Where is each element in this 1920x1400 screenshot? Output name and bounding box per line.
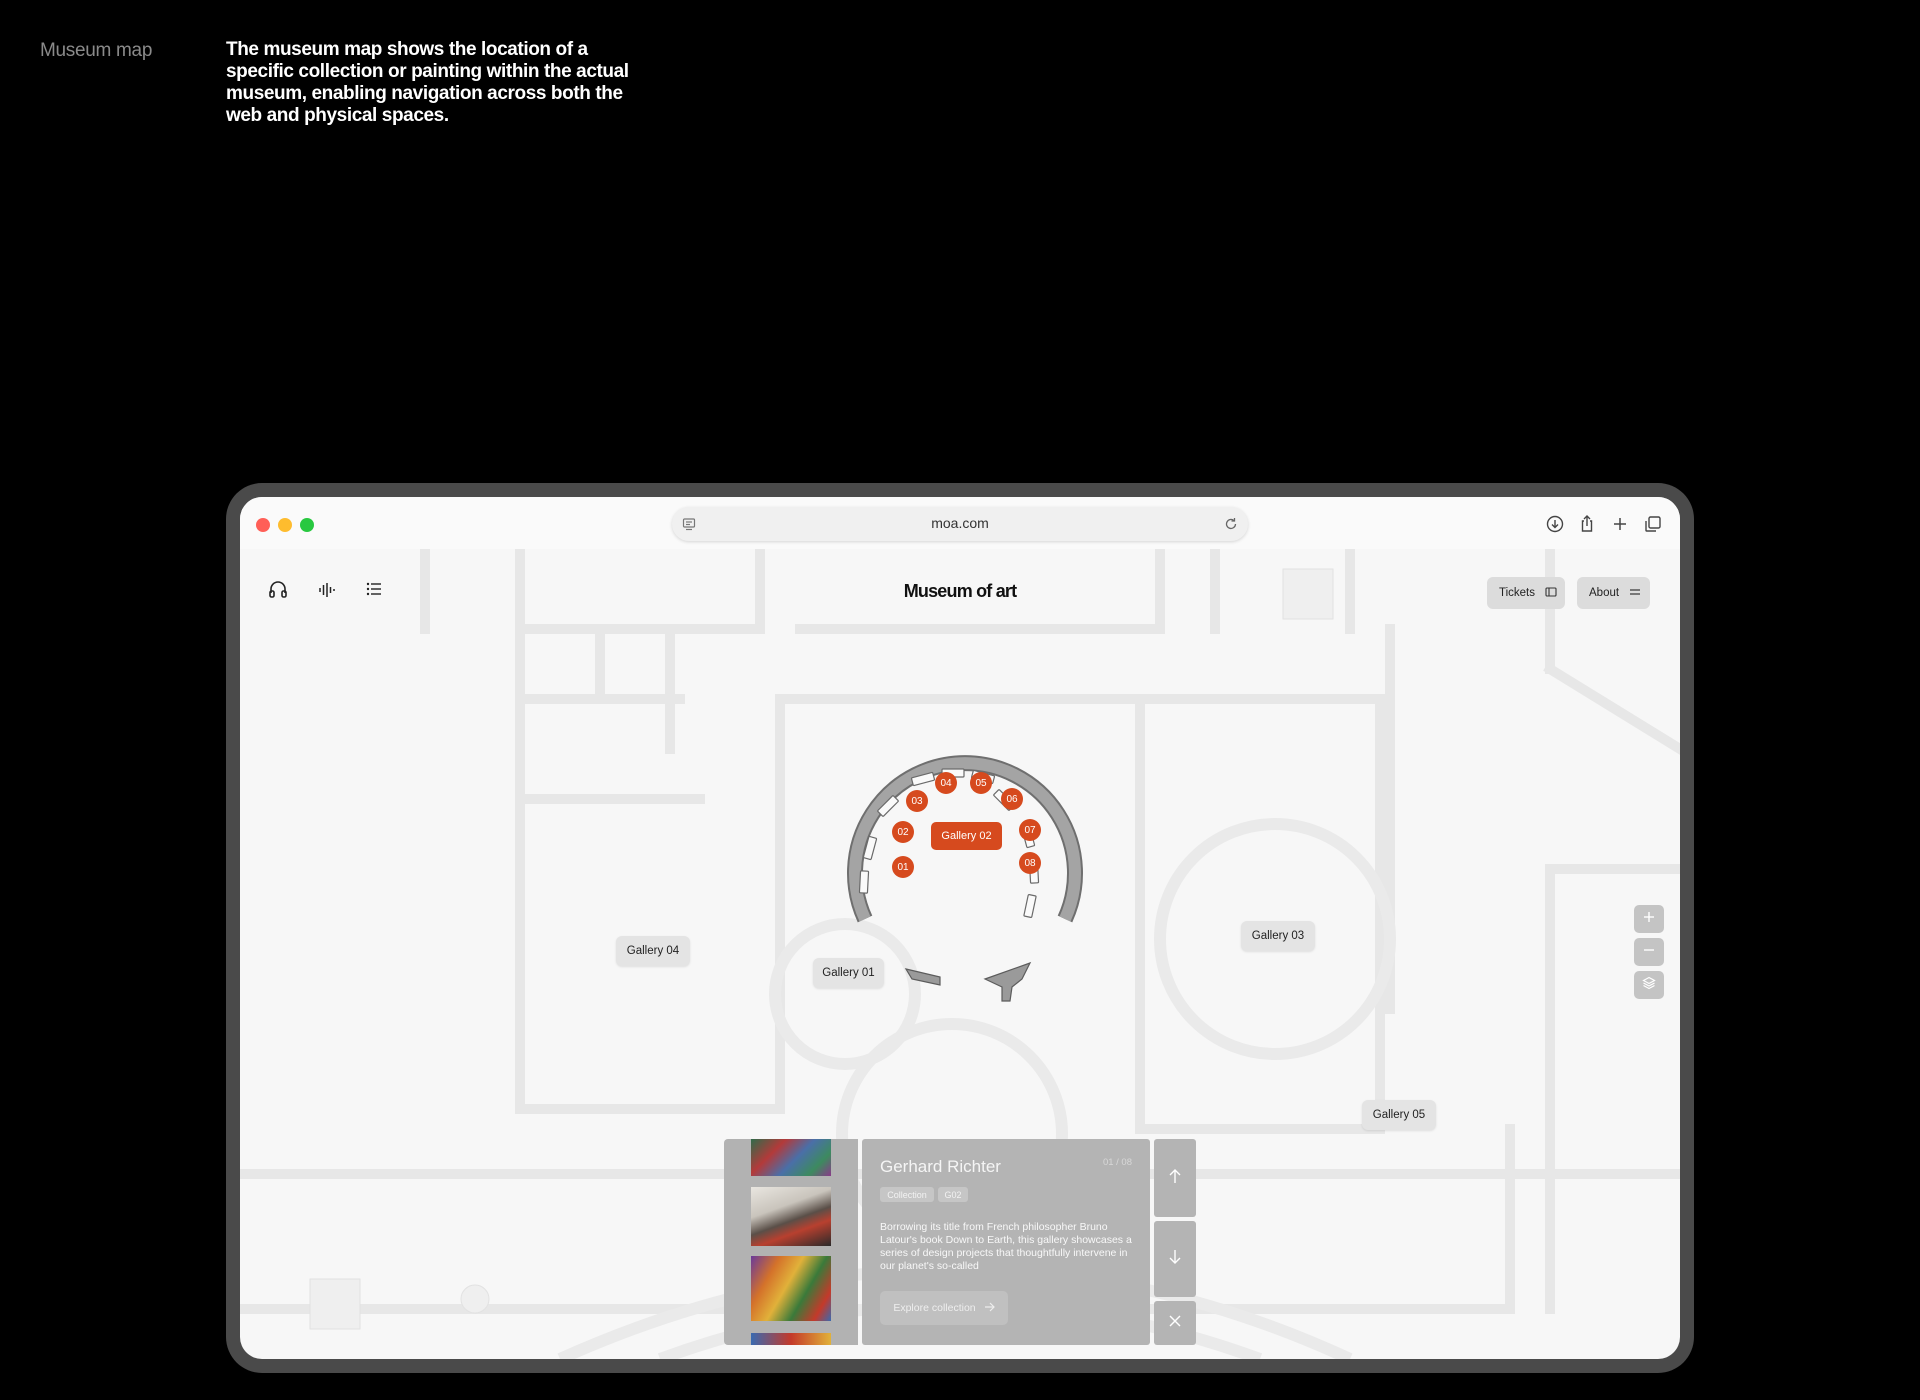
stop-01[interactable]: 01: [892, 856, 914, 878]
tickets-label: Tickets: [1499, 587, 1535, 599]
next-button[interactable]: [1154, 1221, 1196, 1297]
zoom-in-button[interactable]: [1634, 905, 1664, 933]
layers-button[interactable]: [1634, 971, 1664, 999]
browser-window: moa.com Museum of art Tickets About Gall…: [240, 497, 1680, 1359]
thumbnail-studio-photo[interactable]: [751, 1187, 831, 1246]
thumbnail-abstract-2[interactable]: [751, 1256, 831, 1321]
download-icon[interactable]: [1542, 511, 1568, 537]
arrow-up-icon: [1168, 1168, 1182, 1189]
url-text: moa.com: [931, 515, 989, 531]
stop-08[interactable]: 08: [1019, 852, 1041, 874]
thumbnail-abstract-3[interactable]: [751, 1333, 831, 1345]
stop-06[interactable]: 06: [1001, 788, 1023, 810]
artwork-thumbnails[interactable]: [724, 1139, 858, 1345]
arrow-right-icon: [984, 1302, 995, 1315]
explore-label: Explore collection: [893, 1302, 976, 1314]
stop-05[interactable]: 05: [970, 772, 992, 794]
stop-07[interactable]: 07: [1019, 819, 1041, 841]
zoom-out-button[interactable]: [1634, 938, 1664, 966]
explore-collection-button[interactable]: Explore collection: [880, 1291, 1008, 1325]
previous-button[interactable]: [1154, 1139, 1196, 1217]
item-counter: 01 / 08: [1102, 1157, 1132, 1168]
menu-icon: [1629, 586, 1641, 601]
tabs-icon[interactable]: [1640, 511, 1666, 537]
gallery-03-label[interactable]: Gallery 03: [1241, 921, 1315, 951]
about-button[interactable]: About: [1577, 577, 1650, 609]
browser-toolbar: moa.com: [240, 497, 1680, 549]
share-icon[interactable]: [1574, 511, 1600, 537]
thumbnail-abstract-1[interactable]: [751, 1139, 831, 1176]
layers-icon: [1642, 976, 1656, 995]
collection-description: Borrowing its title from French philosop…: [880, 1221, 1132, 1272]
close-window-button[interactable]: [256, 518, 270, 532]
ticket-icon: [1545, 586, 1557, 601]
tag-collection: Collection: [880, 1187, 934, 1202]
page-label: Museum map: [40, 40, 153, 61]
zoom-in-icon: [1643, 910, 1655, 928]
reload-icon[interactable]: [1224, 517, 1238, 531]
collection-card: Gerhard Richter 01 / 08 Collection G02 B…: [862, 1139, 1150, 1345]
site-logo[interactable]: Museum of art: [240, 581, 1680, 602]
artist-title: Gerhard Richter: [880, 1157, 1001, 1176]
close-icon: [1168, 1314, 1182, 1333]
tickets-button[interactable]: Tickets: [1487, 577, 1565, 609]
stop-04[interactable]: 04: [935, 772, 957, 794]
tag-gallery: G02: [938, 1187, 968, 1202]
close-card-button[interactable]: [1154, 1301, 1196, 1345]
gallery-01-label[interactable]: Gallery 01: [813, 958, 884, 988]
gallery-04-label[interactable]: Gallery 04: [616, 936, 690, 966]
new-tab-icon[interactable]: [1607, 511, 1633, 537]
page-description: The museum map shows the location of a s…: [226, 39, 629, 126]
minimize-window-button[interactable]: [278, 518, 292, 532]
gallery-02-label[interactable]: Gallery 02: [931, 822, 1002, 850]
zoom-out-icon: [1643, 943, 1655, 961]
stop-03[interactable]: 03: [906, 790, 928, 812]
maximize-window-button[interactable]: [300, 518, 314, 532]
gallery-05-label[interactable]: Gallery 05: [1362, 1100, 1436, 1130]
tablet-frame: moa.com Museum of art Tickets About Gall…: [226, 483, 1694, 1373]
address-bar[interactable]: moa.com: [672, 507, 1248, 541]
stop-02[interactable]: 02: [892, 821, 914, 843]
about-label: About: [1589, 587, 1620, 599]
museum-map[interactable]: Museum of art Tickets About Gallery 04 G…: [240, 549, 1680, 1359]
arrow-down-icon: [1168, 1249, 1182, 1270]
